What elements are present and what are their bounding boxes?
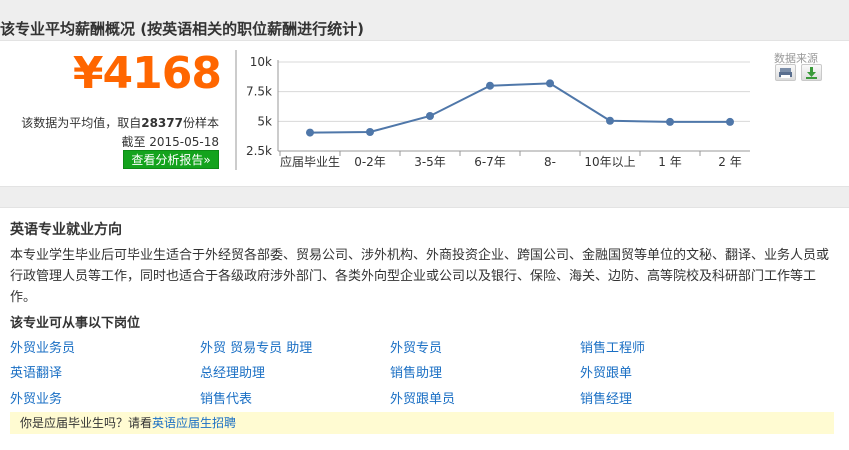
x-tick-label: 3-5年	[414, 155, 446, 169]
job-link[interactable]: 销售代表	[200, 388, 252, 407]
download-icon[interactable]	[801, 64, 822, 81]
job-link[interactable]: 总经理助理	[200, 362, 265, 381]
job-link[interactable]: 外贸专员	[390, 337, 442, 356]
date-note: 截至 2015-05-18	[121, 135, 219, 149]
job-link[interactable]: 销售经理	[580, 388, 632, 407]
graduate-notice: 你是应届毕业生吗？请看英语应届生招聘	[10, 412, 834, 434]
job-link[interactable]: 外贸跟单员	[390, 388, 455, 407]
job-link[interactable]: 英语翻译	[10, 362, 62, 381]
x-tick-label: 6-7年	[474, 155, 506, 169]
y-tick-label: 5k	[257, 114, 272, 128]
data-point	[426, 111, 434, 120]
job-link[interactable]: 外贸 贸易专员 助理	[200, 337, 312, 356]
data-point	[306, 128, 314, 137]
job-link[interactable]: 外贸跟单	[580, 362, 632, 381]
view-report-button[interactable]: 查看分析报告»	[123, 150, 219, 169]
data-point	[666, 117, 674, 126]
data-point	[606, 116, 614, 125]
jobs-title: 该专业可从事以下岗位	[10, 316, 141, 331]
job-link[interactable]: 销售工程师	[580, 337, 645, 356]
job-link[interactable]: 外贸业务	[10, 388, 62, 407]
x-tick-label: 10年以上	[584, 155, 635, 169]
sample-count: 28377	[141, 116, 183, 130]
salary-section-title: 该专业平均薪酬概况 (按英语相关的职位薪酬进行统计)	[0, 20, 364, 38]
employment-description: 本专业学生毕业后可毕业生适合于外经贸各部委、贸易公司、涉外机构、外商投资企业、跨…	[10, 248, 830, 305]
salary-line	[309, 82, 730, 134]
job-link[interactable]: 外贸业务员	[10, 337, 75, 356]
x-tick-label: 8-	[544, 155, 556, 169]
x-tick-label: 1 年	[658, 155, 681, 169]
employment-section-title: 英语专业就业方向	[10, 222, 122, 238]
salary-line-chart: 2.5k 5k 7.5k 10k 应届毕业生 0-2年 3-5年 6-7年 8- 10年以上 1 年…	[235, 50, 750, 170]
print-icon[interactable]	[775, 64, 796, 81]
x-tick-label: 应届毕业生	[280, 154, 340, 169]
sample-note: 该数据为平均值，取自28377份样本	[21, 116, 219, 130]
average-salary: ¥4168	[72, 48, 222, 99]
data-point	[486, 81, 494, 90]
x-tick-label: 0-2年	[354, 155, 386, 169]
data-point	[366, 128, 374, 137]
y-tick-label: 7.5k	[246, 85, 272, 99]
job-link[interactable]: 销售助理	[390, 362, 442, 381]
y-tick-label: 10k	[250, 55, 272, 69]
data-point	[726, 117, 734, 126]
y-tick-label: 2.5k	[246, 144, 272, 158]
data-point	[546, 79, 554, 88]
x-tick-label: 2 年	[718, 155, 741, 169]
graduate-jobs-link[interactable]: 英语应届生招聘	[152, 416, 236, 430]
